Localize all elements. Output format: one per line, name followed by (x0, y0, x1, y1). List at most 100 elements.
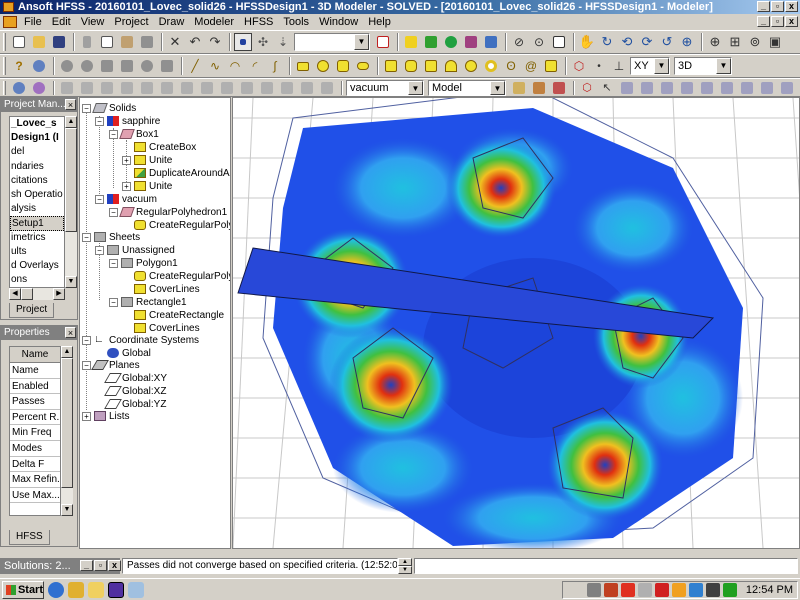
open-folder-icon[interactable] (30, 33, 48, 51)
undo-icon[interactable]: ↶ (186, 33, 204, 51)
project-hscrollbar[interactable]: ◀ ▶ (9, 288, 65, 300)
scroll-thumb[interactable] (61, 358, 73, 488)
spline-icon[interactable]: ∿ (206, 57, 224, 75)
tab-project[interactable]: Project (9, 303, 55, 318)
select-mode-icon[interactable] (234, 33, 252, 51)
pdf-icon[interactable] (620, 583, 635, 597)
new-file-icon[interactable] (10, 33, 28, 51)
scroll-down-icon[interactable]: ▼ (61, 504, 73, 516)
field-overlay-icon[interactable] (462, 33, 480, 51)
fit-selection-icon[interactable]: ▣ (766, 33, 784, 51)
snap-center-icon[interactable] (758, 79, 776, 97)
point-icon[interactable]: • (590, 57, 608, 75)
scroll-right-icon[interactable]: ▶ (53, 288, 65, 300)
snap-grid-icon[interactable] (678, 79, 696, 97)
tree-lists[interactable]: + Lists (82, 410, 130, 422)
plane-icon[interactable]: ⊥ (610, 57, 628, 75)
model-combo[interactable]: Model ▼ (428, 79, 506, 96)
snap-vertex-icon[interactable] (698, 79, 716, 97)
separate-icon[interactable] (138, 79, 156, 97)
property-row[interactable]: Min Freq (10, 425, 60, 441)
scroll-up-icon[interactable]: ▲ (65, 116, 77, 128)
snap-edge-icon[interactable] (718, 79, 736, 97)
scroll-up-icon[interactable]: ▲ (398, 558, 412, 566)
edit-sources-icon[interactable]: ⊙ (530, 33, 548, 51)
transparency-icon[interactable] (550, 79, 568, 97)
menu-modeler[interactable]: Modeler (189, 14, 239, 30)
tree-plane-xz[interactable]: Global:XZ (104, 385, 166, 397)
property-row[interactable]: Modes (10, 441, 60, 457)
wrap-icon[interactable] (98, 57, 116, 75)
save-icon[interactable] (50, 33, 68, 51)
clock[interactable]: 12:54 PM (746, 584, 793, 596)
project-item[interactable]: _Lovec_s (10, 117, 64, 131)
connect-icon[interactable] (298, 79, 316, 97)
boolean-icon[interactable] (10, 79, 28, 97)
draw-ellipse-icon[interactable] (354, 57, 372, 75)
scroll-thumb[interactable] (65, 128, 77, 232)
tree-create-polyhedron[interactable]: CreateRegularPolyh (134, 219, 230, 231)
properties-close-icon[interactable]: × (65, 327, 76, 338)
unite-icon[interactable] (58, 79, 76, 97)
draw-circle-icon[interactable] (314, 57, 332, 75)
spin-icon[interactable]: ⟳ (638, 33, 656, 51)
model-item[interactable]: del (10, 145, 64, 159)
display-icon[interactable] (705, 583, 720, 597)
tree-unite1[interactable]: + Unite (122, 154, 172, 166)
tree-planes[interactable]: − Planes (82, 359, 140, 371)
solutions-restore-button[interactable]: ▫ (94, 560, 107, 571)
draw-torus-icon[interactable] (482, 57, 500, 75)
offset-icon[interactable] (158, 57, 176, 75)
snap-quadrant-icon[interactable] (778, 79, 796, 97)
tree-create-rectangle[interactable]: CreateRectangle (134, 309, 224, 321)
property-row[interactable]: Max Refin... (10, 472, 60, 488)
scroll-left-icon[interactable]: ◀ (9, 288, 21, 300)
scroll-down-icon[interactable]: ▼ (65, 276, 77, 288)
dimension-combo[interactable]: 3D ▼ (674, 57, 732, 75)
property-row[interactable]: Percent R... (10, 410, 60, 426)
orbit-icon[interactable]: ⟲ (618, 33, 636, 51)
hscroll-thumb[interactable] (21, 288, 33, 300)
network-icon[interactable] (586, 583, 601, 597)
document-icon[interactable] (3, 16, 17, 28)
draw-sphere-icon[interactable] (462, 57, 480, 75)
delete-icon[interactable]: ✕ (166, 33, 184, 51)
message-scrollbar[interactable]: ▲ ▼ (398, 558, 412, 574)
optimetrics-item[interactable]: imetrics (10, 231, 64, 245)
hfss-taskbar-icon[interactable] (108, 581, 124, 598)
project-tree[interactable]: _Lovec_s Design1 (I del ndaries citation… (9, 116, 65, 288)
status-icon[interactable] (722, 583, 737, 597)
field-plot-canvas[interactable] (233, 98, 799, 548)
start-button[interactable]: Start (2, 580, 44, 599)
scroll-up-icon[interactable]: ▲ (61, 346, 73, 358)
revolve-icon[interactable] (138, 57, 156, 75)
close-button[interactable]: x (785, 1, 798, 12)
field-overlays-item[interactable]: d Overlays (10, 259, 64, 273)
solutions-minimize-button[interactable]: _ (80, 560, 93, 571)
tree-plane-yz[interactable]: Global:YZ (104, 398, 166, 410)
redo-icon[interactable]: ↷ (206, 33, 224, 51)
draw-spiral-icon[interactable]: @ (522, 57, 540, 75)
extrude-icon[interactable] (118, 57, 136, 75)
property-row[interactable]: Enabled (10, 379, 60, 395)
copy-icon[interactable] (98, 33, 116, 51)
validate-icon[interactable] (402, 33, 420, 51)
tree-polyhedron[interactable]: − RegularPolyhedron1 (109, 206, 227, 218)
split-icon[interactable] (118, 79, 136, 97)
bluetooth-icon[interactable] (688, 583, 703, 597)
select-edges-icon[interactable] (618, 79, 636, 97)
tilt-icon[interactable]: ↺ (658, 33, 676, 51)
tree-createbox[interactable]: CreateBox (134, 141, 196, 153)
zoom-in-icon[interactable]: ⊕ (706, 33, 724, 51)
menu-file[interactable]: File (19, 14, 47, 30)
mesh-icon[interactable] (482, 33, 500, 51)
cover-icon[interactable] (318, 79, 336, 97)
alert-icon[interactable] (654, 583, 669, 597)
measure-icon[interactable] (374, 33, 392, 51)
menu-help[interactable]: Help (363, 14, 396, 30)
project-vscrollbar[interactable]: ▲ ▼ (65, 116, 77, 288)
menu-project[interactable]: Project (109, 14, 153, 30)
material-combo[interactable]: vacuum ▼ (346, 79, 424, 96)
maximize-button[interactable]: ▫ (771, 1, 784, 12)
window-task-icon[interactable] (128, 581, 144, 598)
